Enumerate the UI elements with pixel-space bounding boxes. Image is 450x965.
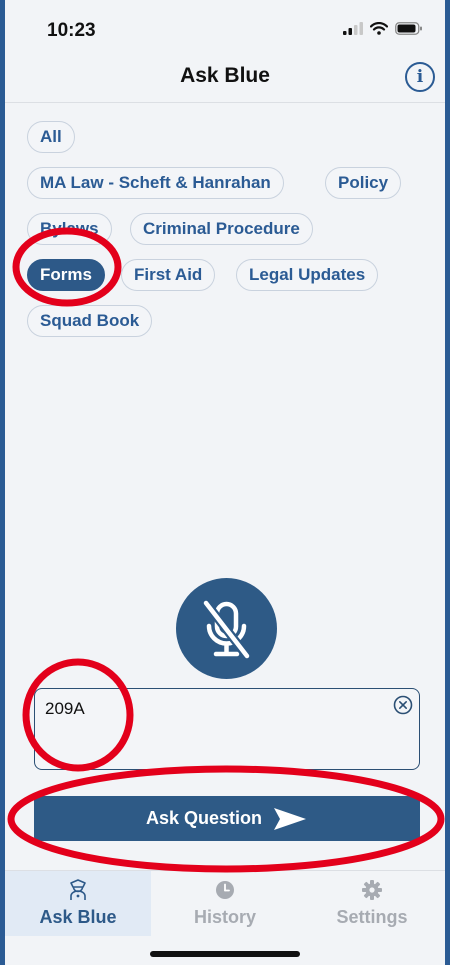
clock-icon bbox=[216, 881, 234, 899]
question-input[interactable]: 209A bbox=[34, 688, 420, 770]
status-icons bbox=[343, 22, 423, 35]
police-officer-icon bbox=[70, 879, 86, 900]
tab-history-label: History bbox=[193, 907, 256, 927]
chip-ma-law[interactable]: MA Law - Scheft & Hanrahan bbox=[27, 167, 284, 199]
chip-first-aid[interactable]: First Aid bbox=[121, 259, 216, 291]
info-icon[interactable]: i bbox=[405, 62, 435, 92]
wifi-icon bbox=[370, 22, 388, 35]
chip-squad-book[interactable]: Squad Book bbox=[27, 305, 153, 337]
home-indicator bbox=[150, 951, 300, 957]
page-title: Ask Blue bbox=[180, 64, 270, 87]
tab-history[interactable]: History bbox=[152, 871, 298, 936]
chip-bylaws[interactable]: Bylaws bbox=[27, 213, 112, 245]
send-arrow-icon bbox=[274, 807, 307, 830]
navigation-bar: Ask Blue i bbox=[5, 58, 445, 103]
chip-legal-updates[interactable]: Legal Updates bbox=[236, 259, 379, 291]
chip-forms[interactable]: Forms bbox=[27, 259, 105, 291]
ask-question-button[interactable]: Ask Question bbox=[34, 796, 420, 841]
battery-icon bbox=[395, 22, 422, 35]
app-screen: 10:23 Ask Blue i All MA Law - Scheft & H… bbox=[5, 0, 445, 965]
clear-circle-icon[interactable] bbox=[393, 695, 413, 715]
microphone-toggle-button[interactable] bbox=[176, 578, 277, 679]
tab-ask-blue-label: Ask Blue bbox=[39, 907, 117, 927]
ask-question-label: Ask Question bbox=[145, 808, 263, 828]
question-input-value[interactable]: 209A bbox=[45, 699, 85, 719]
chip-all[interactable]: All bbox=[27, 121, 75, 153]
tab-settings-label: Settings bbox=[336, 907, 408, 927]
chip-criminal-procedure[interactable]: Criminal Procedure bbox=[130, 213, 313, 245]
status-bar: 10:23 bbox=[5, 0, 445, 58]
gear-icon bbox=[362, 880, 382, 900]
tab-ask-blue[interactable]: Ask Blue bbox=[5, 871, 151, 936]
microphone-off-icon bbox=[201, 598, 252, 661]
tab-settings[interactable]: Settings bbox=[299, 871, 445, 936]
cellular-signal-icon bbox=[343, 22, 363, 35]
status-time: 10:23 bbox=[47, 20, 96, 41]
chip-policy[interactable]: Policy bbox=[325, 167, 402, 199]
bottom-tab-bar: Ask Blue History Settings bbox=[5, 870, 445, 936]
info-glyph: i bbox=[416, 67, 424, 87]
